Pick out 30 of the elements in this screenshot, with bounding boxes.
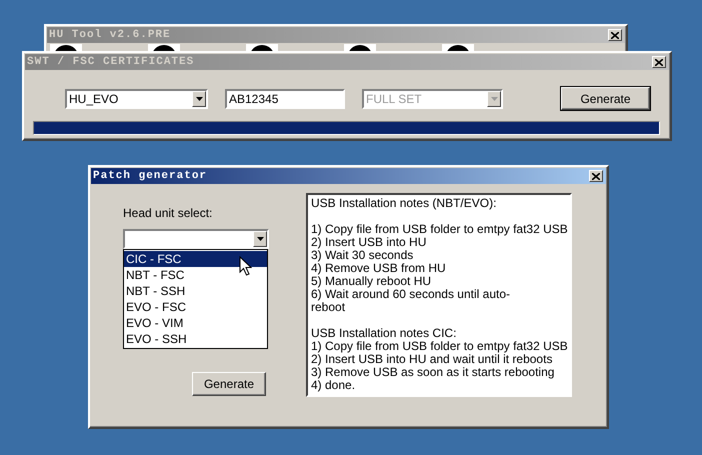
- generate-button[interactable]: Generate: [561, 87, 650, 110]
- dropdown[interactable]: [123, 229, 269, 249]
- close-button[interactable]: [589, 170, 603, 182]
- notes-line: USB Installation notes CIC:: [311, 327, 458, 340]
- notes-line: 3) Remove USB as soon as it starts rebooting: [311, 366, 556, 379]
- notes-line: 3) Wait 30 seconds: [311, 249, 414, 262]
- window-title: SWT / FSC CERTIFICATES: [27, 56, 194, 68]
- notes-line: 6) Wait around 60 seconds until auto-: [311, 288, 512, 301]
- dropdown[interactable]: HU_EVO: [65, 88, 208, 108]
- notes-line: 1) Copy file from USB folder to emtpy fat32 USB: [311, 340, 567, 353]
- window-title: HU Tool v2.6.PRE: [49, 29, 171, 41]
- notes-line: 4) Remove USB from HU: [311, 262, 447, 275]
- dropdown-option[interactable]: EVO - FSC: [124, 299, 267, 315]
- notes-line: reboot: [311, 301, 346, 314]
- serial-field[interactable]: AB12345: [225, 88, 345, 108]
- dropdown-option[interactable]: NBT - SSH: [124, 283, 267, 299]
- notes-line: 4) done.: [311, 379, 356, 392]
- cursor-icon: [239, 256, 252, 276]
- dropdown-option[interactable]: CIC - FSC: [124, 251, 267, 267]
- generate-button[interactable]: Generate: [192, 372, 266, 396]
- notes-line: 2) Insert USB into HU: [311, 236, 428, 249]
- notes-line: 5) Manually reboot HU: [311, 275, 432, 288]
- notes-line: 1) Copy file from USB folder to emtpy fat32 USB: [311, 223, 567, 236]
- window-title: Patch generator: [93, 170, 208, 182]
- notes-line: 2) Insert USB into HU and wait until it reboots: [311, 353, 554, 366]
- head-unit-label: Head unit select:: [123, 206, 214, 220]
- dropdown-option[interactable]: EVO - VIM: [124, 315, 267, 331]
- notes-line: USB Installation notes (NBT/EVO):: [311, 197, 498, 210]
- dropdown-option[interactable]: EVO - SSH: [124, 331, 267, 347]
- dropdown-option[interactable]: NBT - FSC: [124, 267, 267, 283]
